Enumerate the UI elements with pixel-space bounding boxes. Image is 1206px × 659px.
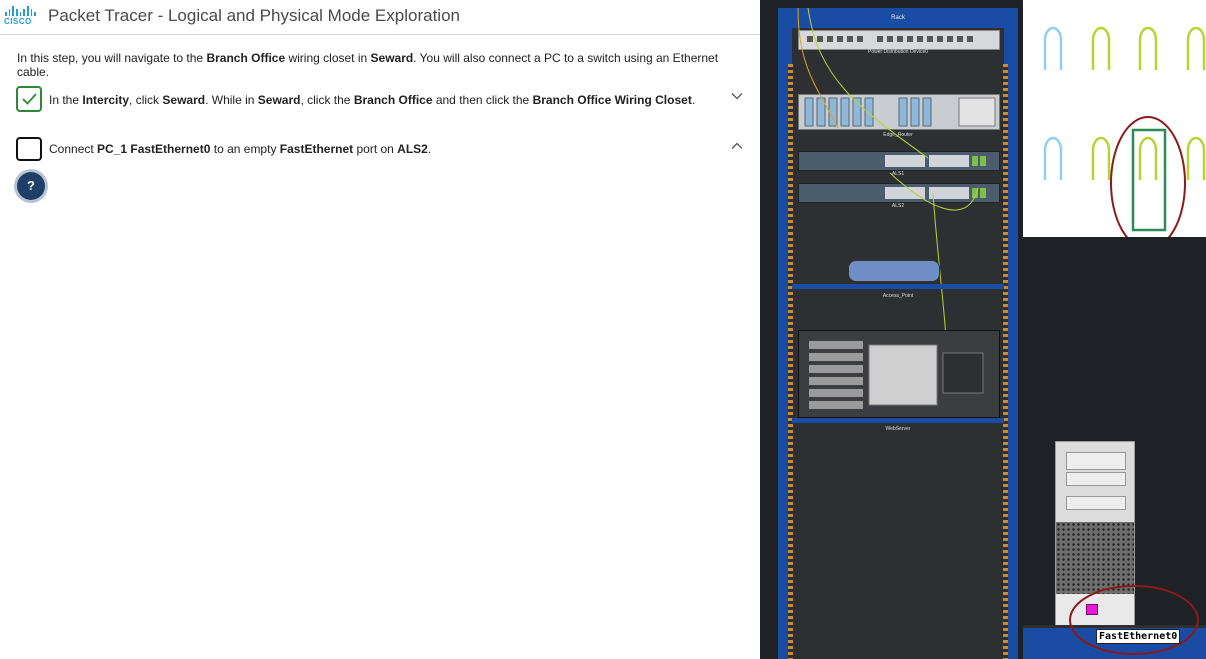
step-2-text: Connect PC_1 FastEthernet0 to an empty F…	[49, 142, 432, 156]
port-tooltip: FastEthernet0	[1096, 629, 1181, 644]
highlight-circle-icon	[1069, 585, 1199, 655]
cisco-logo: CISCO	[4, 5, 37, 29]
server-chassis-icon	[809, 341, 984, 409]
instruction-pane: CISCO Packet Tracer - Logical and Physic…	[0, 0, 760, 659]
help-button[interactable]: ?	[14, 169, 48, 203]
web-server-label: WebServer	[885, 426, 911, 432]
chevron-down-icon[interactable]	[730, 89, 744, 103]
cable-selection-panel[interactable]	[1023, 0, 1206, 250]
optical-drive-bay	[1066, 452, 1126, 470]
step-1-checkbox[interactable]	[16, 86, 42, 112]
intro-text: In this step, you will navigate to the B…	[17, 51, 719, 79]
step-1-text: In the Intercity, click Seward. While in…	[49, 93, 696, 107]
rack-shelf	[792, 284, 1004, 289]
access-point[interactable]	[848, 260, 940, 282]
step-2[interactable]: Connect PC_1 FastEthernet0 to an empty F…	[16, 137, 744, 165]
access-point-label: Access_Point	[882, 293, 914, 299]
drive-bay	[1066, 496, 1126, 510]
web-server[interactable]	[798, 330, 1000, 418]
step-2-checkbox[interactable]	[16, 137, 42, 161]
cable-coils-icon	[1043, 26, 1206, 250]
page-title: Packet Tracer - Logical and Physical Mod…	[48, 6, 460, 25]
header-bar: CISCO Packet Tracer - Logical and Physic…	[0, 0, 760, 35]
chevron-up-icon[interactable]	[730, 139, 744, 153]
logo-text: CISCO	[4, 17, 32, 26]
rack[interactable]: Rack Power Distribution Device0 Edge_Rou…	[778, 8, 1018, 659]
checkmark-icon	[22, 93, 37, 105]
rack-shelf	[792, 418, 1004, 423]
help-icon: ?	[17, 172, 45, 200]
step-1[interactable]: In the Intercity, click Seward. While in…	[16, 86, 744, 114]
drive-bay	[1066, 472, 1126, 486]
physical-view[interactable]: Rack Power Distribution Device0 Edge_Rou…	[760, 0, 1206, 659]
